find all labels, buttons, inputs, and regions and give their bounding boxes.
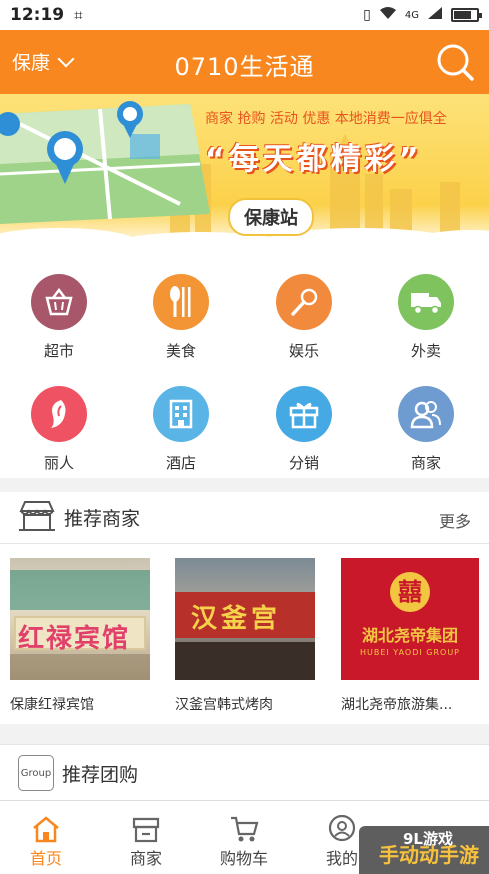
nav-home[interactable]: 首页 — [6, 815, 86, 869]
category-entertainment[interactable]: 娱乐 — [254, 274, 354, 361]
vibrate-icon: ▯ — [363, 7, 371, 23]
category-label: 美食 — [165, 342, 196, 360]
merchant-sign-text: 湖北尧帝集团 — [361, 626, 458, 645]
status-time: 12:19 — [10, 5, 65, 25]
nav-label: 商家 — [129, 849, 162, 868]
banner-tagline: 商家 抢购 活动 优惠 本地消费一应俱全 — [205, 111, 447, 127]
section-title: 推荐商家 — [64, 508, 141, 530]
shop-icon — [18, 499, 56, 537]
hotel-icon — [153, 386, 209, 442]
wifi-icon — [379, 6, 397, 24]
delivery-truck-icon — [398, 274, 454, 330]
category-takeout[interactable]: 外卖 — [376, 274, 476, 361]
merchant-name: 湖北尧帝旅游集... — [341, 697, 453, 713]
home-icon — [6, 815, 86, 843]
app-screen: 12:19 ⌗ ▯ 4G 保康 0710生活通 商家 抢购 活动 优惠 本地消费… — [0, 0, 489, 874]
banner-slogan: “每天都精彩” — [205, 142, 423, 177]
microphone-icon — [276, 274, 332, 330]
signal-icon — [427, 6, 443, 24]
bottom-navigation: 首页 商家 购物车 我的 9L游戏 手动动手游 — [0, 800, 489, 874]
app-title: 0710生活通 — [174, 53, 315, 81]
more-link[interactable]: 更多 — [439, 508, 471, 532]
cart-icon — [204, 815, 284, 843]
merchant-name: 保康红禄宾馆 — [10, 697, 94, 713]
lady-icon — [31, 386, 87, 442]
category-food[interactable]: 美食 — [131, 274, 231, 361]
category-merchants[interactable]: 商家 — [376, 386, 476, 473]
section-title: 推荐团购 — [62, 763, 139, 786]
category-supermarket[interactable]: 超市 — [9, 274, 109, 361]
merchant-sign-text: 汉釜宫 — [191, 604, 282, 634]
category-label: 商家 — [410, 454, 441, 472]
nav-merchants[interactable]: 商家 — [106, 815, 186, 869]
recommended-merchants-section: 推荐商家 更多 红禄宾馆 保康红禄宾馆 汉釜宫 汉釜宫韩式烤肉 囍 湖北尧帝集团… — [0, 492, 489, 724]
double-happiness-logo: 囍 — [390, 572, 430, 612]
battery-icon — [451, 8, 482, 22]
top-header: 保康 0710生活通 — [0, 30, 489, 94]
merchant-photo: 红禄宾馆 — [10, 558, 150, 680]
status-icons: ▯ 4G — [363, 6, 482, 24]
store-icon — [106, 815, 186, 843]
nav-label: 购物车 — [219, 849, 268, 868]
watermark: 9L游戏 手动动手游 — [359, 826, 489, 874]
category-label: 分销 — [288, 454, 319, 472]
merchant-name: 汉釜宫韩式烤肉 — [175, 697, 273, 713]
category-beauty[interactable]: 丽人 — [9, 386, 109, 473]
merchant-card[interactable]: 汉釜宫 汉釜宫韩式烤肉 — [175, 558, 315, 714]
category-label: 超市 — [43, 342, 74, 360]
category-label: 娱乐 — [288, 342, 319, 360]
screenshot-icon: ⌗ — [74, 6, 83, 24]
nav-cart[interactable]: 购物车 — [204, 815, 284, 869]
merchant-card[interactable]: 囍 湖北尧帝集团 HUBEI YAODI GROUP 湖北尧帝旅游集... — [341, 558, 479, 714]
users-icon — [398, 386, 454, 442]
cutlery-icon — [153, 274, 209, 330]
promo-banner[interactable]: 商家 抢购 活动 优惠 本地消费一应俱全 “每天都精彩” 保康站 — [0, 94, 489, 252]
merchant-card[interactable]: 红禄宾馆 保康红禄宾馆 — [10, 558, 150, 714]
merchant-sign-subtext: HUBEI YAODI GROUP — [359, 648, 460, 657]
category-hotel[interactable]: 酒店 — [131, 386, 231, 473]
category-label: 丽人 — [43, 454, 74, 472]
section-header: Group 推荐团购 — [0, 745, 489, 801]
status-bar: 12:19 ⌗ ▯ 4G — [0, 0, 489, 30]
watermark-text: 手动动手游 — [379, 843, 479, 867]
group-icon: Group — [18, 755, 54, 791]
network-type: 4G — [404, 9, 419, 21]
search-icon — [437, 44, 474, 81]
merchant-sign-text: 红禄宾馆 — [18, 624, 131, 654]
basket-icon — [31, 274, 87, 330]
merchant-photo: 汉釜宫 — [175, 558, 315, 680]
gift-icon — [276, 386, 332, 442]
recommended-group-buy-section: Group 推荐团购 — [0, 744, 489, 804]
search-button[interactable] — [435, 42, 475, 82]
category-label: 外卖 — [410, 342, 441, 360]
merchant-photo: 囍 湖北尧帝集团 HUBEI YAODI GROUP — [341, 558, 479, 680]
category-label: 酒店 — [165, 454, 196, 472]
category-distribution[interactable]: 分销 — [254, 386, 354, 473]
nav-label: 首页 — [29, 849, 62, 868]
station-badge: 保康站 — [228, 198, 314, 236]
category-grid: 超市 美食 娱乐 外卖 丽人 酒店 分销 商家 — [0, 252, 489, 478]
section-header: 推荐商家 更多 — [0, 492, 489, 544]
